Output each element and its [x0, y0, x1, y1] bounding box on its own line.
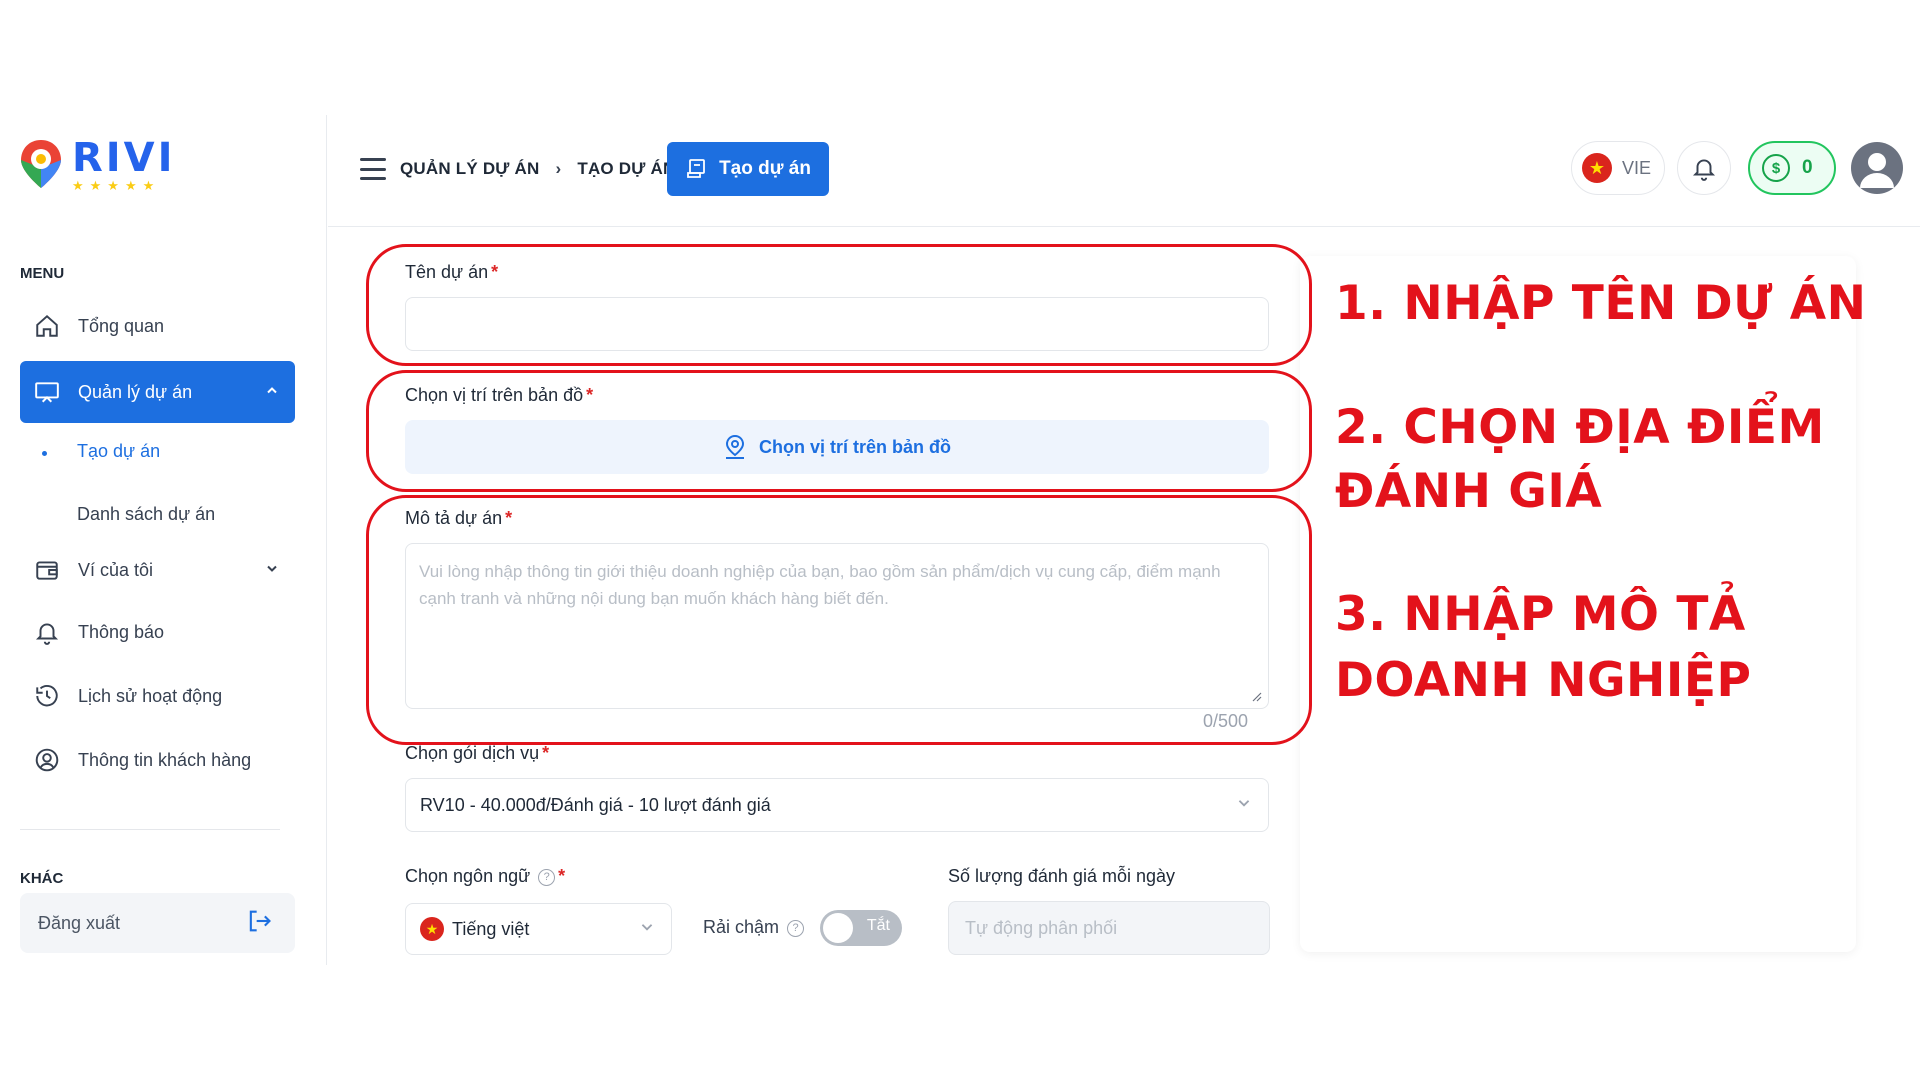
sidebar: RIVI ★★★★★ MENU Tổng quan Quản lý dự án …	[0, 115, 327, 965]
annotation-step3-line1: 3. NHẬP MÔ TẢ	[1335, 587, 1746, 642]
language-label: Chọn ngôn ngữ? *	[405, 866, 566, 886]
description-char-counter: 0/500	[1203, 711, 1249, 731]
sidebar-item-label: Thông báo	[78, 621, 165, 642]
toggle-knob	[823, 913, 853, 943]
toggle-state-label: Tắt	[866, 917, 890, 934]
map-pin-logo-icon	[18, 138, 64, 188]
location-pin-icon	[725, 434, 745, 459]
help-icon[interactable]: ?	[538, 868, 556, 886]
annotation-step2-line1: 2. CHỌN ĐỊA ĐIỂM	[1335, 400, 1825, 455]
map-location-label: Chọn vị trí trên bản đồ *	[405, 385, 594, 405]
logout-label: Đăng xuất	[38, 912, 121, 933]
package-label: Chọn gói dịch vụ *	[405, 743, 550, 763]
top-header: QUẢN LÝ DỰ ÁN › TẠO DỰ ÁN Tạo dự án ★ VI…	[328, 115, 1920, 227]
balance-pill[interactable]: $ 0	[1748, 141, 1836, 195]
description-label: Mô tả dự án *	[405, 508, 513, 528]
map-button-label: Chọn vị trí trên bản đồ	[759, 436, 951, 457]
description-textarea[interactable]: Vui lòng nhập thông tin giới thiệu doanh…	[405, 543, 1269, 709]
choose-map-location-button[interactable]: Chọn vị trí trên bản đồ	[405, 420, 1269, 474]
user-avatar-icon	[1860, 153, 1894, 188]
chevron-down-icon	[265, 560, 279, 581]
avatar[interactable]	[1851, 142, 1903, 194]
bell-icon	[32, 617, 62, 647]
notification-bell-button[interactable]	[1677, 141, 1731, 195]
hamburger-menu-icon[interactable]	[360, 158, 386, 180]
brand-name: RIVI	[72, 135, 176, 181]
help-icon[interactable]: ?	[787, 919, 805, 937]
sidebar-item-overview[interactable]: Tổng quan	[20, 297, 295, 355]
logout-button[interactable]: Đăng xuất	[20, 893, 295, 953]
chevron-down-icon	[1236, 795, 1252, 816]
sidebar-subitem-create-project[interactable]: Tạo dự án	[77, 441, 160, 462]
sidebar-item-label: Lịch sử hoạt động	[78, 685, 223, 706]
annotation-step2-line2: ĐÁNH GIÁ	[1335, 464, 1603, 519]
resize-handle-icon[interactable]	[1250, 690, 1262, 702]
project-name-input[interactable]	[405, 297, 1269, 351]
brand-logo[interactable]: RIVI ★★★★★	[18, 138, 176, 192]
user-circle-icon	[32, 745, 62, 775]
monitor-icon	[32, 377, 62, 407]
sidebar-item-wallet[interactable]: Ví của tôi	[20, 541, 295, 599]
active-dot	[42, 451, 47, 456]
sidebar-item-activity-history[interactable]: Lịch sử hoạt động	[20, 667, 295, 725]
balance-value: 0	[1802, 157, 1813, 178]
slow-spread-label: Rải chậm?	[703, 917, 805, 938]
home-icon	[32, 311, 62, 341]
wallet-icon	[32, 555, 62, 585]
bell-icon	[1692, 159, 1716, 181]
sidebar-subitem-project-list[interactable]: Danh sách dự án	[77, 504, 215, 525]
create-doc-icon	[687, 159, 705, 178]
project-name-label: Tên dự án *	[405, 262, 499, 282]
other-heading: KHÁC	[20, 870, 64, 887]
language-code: VIE	[1622, 157, 1652, 178]
daily-reviews-label: Số lượng đánh giá mỗi ngày	[948, 866, 1175, 886]
create-project-label: Tạo dự án	[719, 158, 811, 179]
description-placeholder: Vui lòng nhập thông tin giới thiệu doanh…	[419, 562, 1221, 608]
brand-stars: ★★★★★	[72, 178, 161, 193]
sidebar-item-notifications[interactable]: Thông báo	[20, 603, 295, 661]
menu-heading: MENU	[20, 265, 65, 282]
logout-icon	[245, 907, 273, 940]
chevron-right-icon: ›	[555, 159, 562, 178]
package-select[interactable]: RV10 - 40.000đ/Đánh giá - 10 lượt đánh g…	[405, 778, 1269, 832]
slow-spread-toggle[interactable]: Tắt	[820, 910, 902, 946]
breadcrumb-item-project-management[interactable]: QUẢN LÝ DỰ ÁN	[400, 159, 539, 179]
breadcrumb-item-create-project: TẠO DỰ ÁN	[577, 159, 676, 178]
history-icon	[32, 681, 62, 711]
language-selector[interactable]: ★ VIE	[1571, 141, 1665, 195]
breadcrumb: QUẢN LÝ DỰ ÁN › TẠO DỰ ÁN	[400, 159, 675, 179]
language-selected-value: Tiếng việt	[452, 918, 530, 939]
chevron-up-icon	[265, 382, 279, 403]
create-project-button[interactable]: Tạo dự án	[667, 142, 829, 196]
sidebar-item-project-management[interactable]: Quản lý dự án	[20, 361, 295, 423]
sidebar-item-label: Tổng quan	[78, 315, 165, 336]
package-selected-value: RV10 - 40.000đ/Đánh giá - 10 lượt đánh g…	[420, 794, 771, 815]
daily-reviews-input: Tự động phân phối	[948, 901, 1270, 955]
annotation-step3-line2: DOANH NGHIỆP	[1335, 653, 1752, 708]
vietnam-flag-icon: ★	[420, 917, 444, 941]
dollar-coin-icon: $	[1762, 154, 1790, 182]
sidebar-item-label: Thông tin khách hàng	[78, 749, 252, 770]
vietnam-flag-icon: ★	[1582, 153, 1612, 183]
sidebar-item-customer-info[interactable]: Thông tin khách hàng	[20, 731, 295, 789]
annotation-step1: 1. NHẬP TÊN DỰ ÁN	[1335, 276, 1867, 331]
app-window: RIVI ★★★★★ MENU Tổng quan Quản lý dự án …	[0, 115, 1920, 965]
sidebar-item-label: Ví của tôi	[78, 559, 154, 580]
chevron-down-icon	[639, 919, 655, 940]
sidebar-item-label: Quản lý dự án	[78, 381, 193, 402]
sidebar-divider	[20, 829, 280, 830]
language-select[interactable]: ★ Tiếng việt	[405, 903, 672, 955]
